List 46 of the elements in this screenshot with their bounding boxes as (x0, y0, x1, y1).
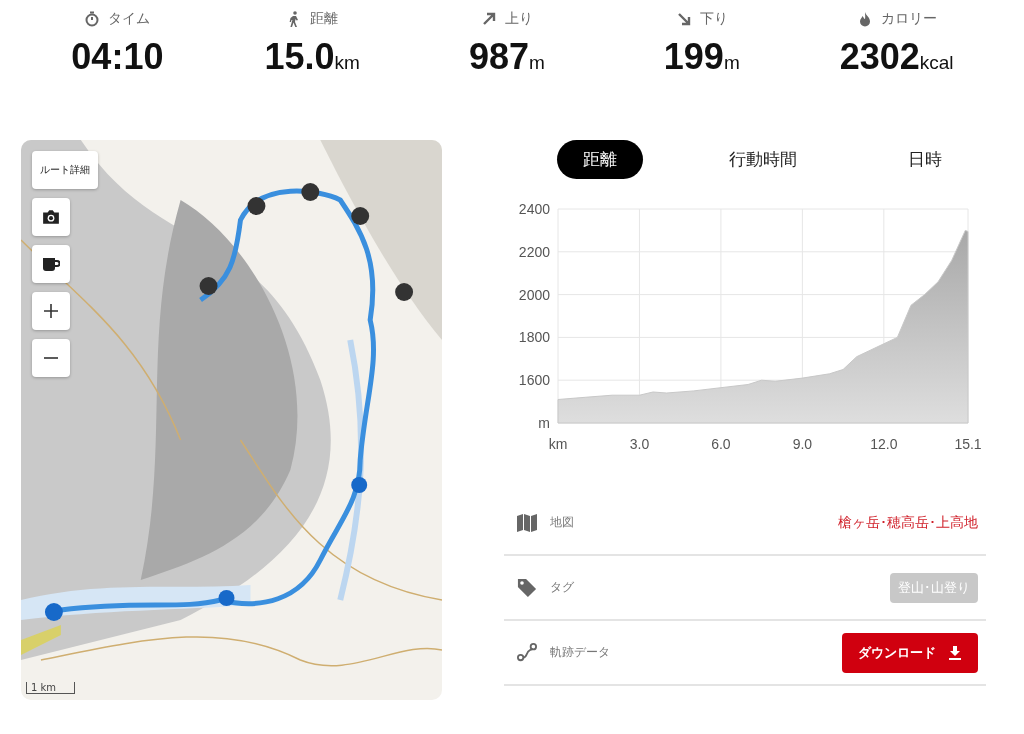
y-tick-label: 2000 (518, 286, 550, 303)
y-tick-label: 2200 (518, 243, 550, 260)
stopwatch-icon (84, 11, 101, 27)
x-tick-label: 6.0 (711, 436, 731, 452)
y-tick-label: 2400 (518, 201, 550, 217)
map-link[interactable]: 槍ヶ岳･穂高岳･上高地 (838, 513, 978, 532)
cup-button[interactable] (32, 245, 70, 283)
x-tick-label: 9.0 (792, 436, 813, 452)
info-label: 地図 (550, 514, 575, 531)
x-tick-label: km (548, 436, 568, 452)
route-icon (516, 642, 538, 663)
y-tick-label: 1800 (518, 329, 550, 346)
chart-tab[interactable]: 行動時間 (702, 140, 823, 179)
stat-label: カロリー (880, 10, 937, 28)
chart-tab[interactable]: 距離 (557, 140, 643, 179)
y-tick-label: m (538, 415, 550, 431)
download-button[interactable]: ダウンロード (842, 632, 978, 673)
stat-value: 2302kcal (839, 36, 954, 78)
stat-label: 距離 (310, 10, 339, 28)
camera-button[interactable] (32, 198, 70, 236)
stat-value: 04:10 (71, 36, 164, 78)
cup-icon (42, 256, 60, 272)
route-detail-button[interactable]: ルート詳細 (32, 151, 98, 189)
stat-label: タイム (108, 10, 151, 28)
y-tick-label: 1600 (518, 372, 550, 389)
map-icon (516, 512, 538, 533)
plus-icon (42, 303, 60, 319)
stat-value: 987m (469, 36, 545, 78)
chart-tab[interactable]: 日時 (882, 140, 968, 179)
download-icon (948, 645, 962, 660)
tag-icon (516, 577, 538, 598)
info-label: タグ (550, 579, 575, 596)
stat-label: 上り (505, 10, 533, 28)
arrow-down-right-icon (675, 11, 692, 27)
x-tick-label: 12.0 (870, 436, 898, 452)
stat-label: 下り (699, 10, 728, 28)
arrow-up-right-icon (481, 11, 497, 27)
info-label: 軌跡データ (550, 644, 611, 661)
zoom-in-button[interactable] (32, 292, 70, 330)
map-scale: 1 km (26, 682, 76, 694)
camera-icon (42, 209, 60, 225)
x-tick-label: 15.1 (954, 436, 982, 452)
x-tick-label: 3.0 (629, 436, 650, 452)
stat-value: 199m (663, 36, 740, 78)
minus-icon (42, 357, 60, 359)
stat-value: 15.0km (264, 36, 360, 78)
